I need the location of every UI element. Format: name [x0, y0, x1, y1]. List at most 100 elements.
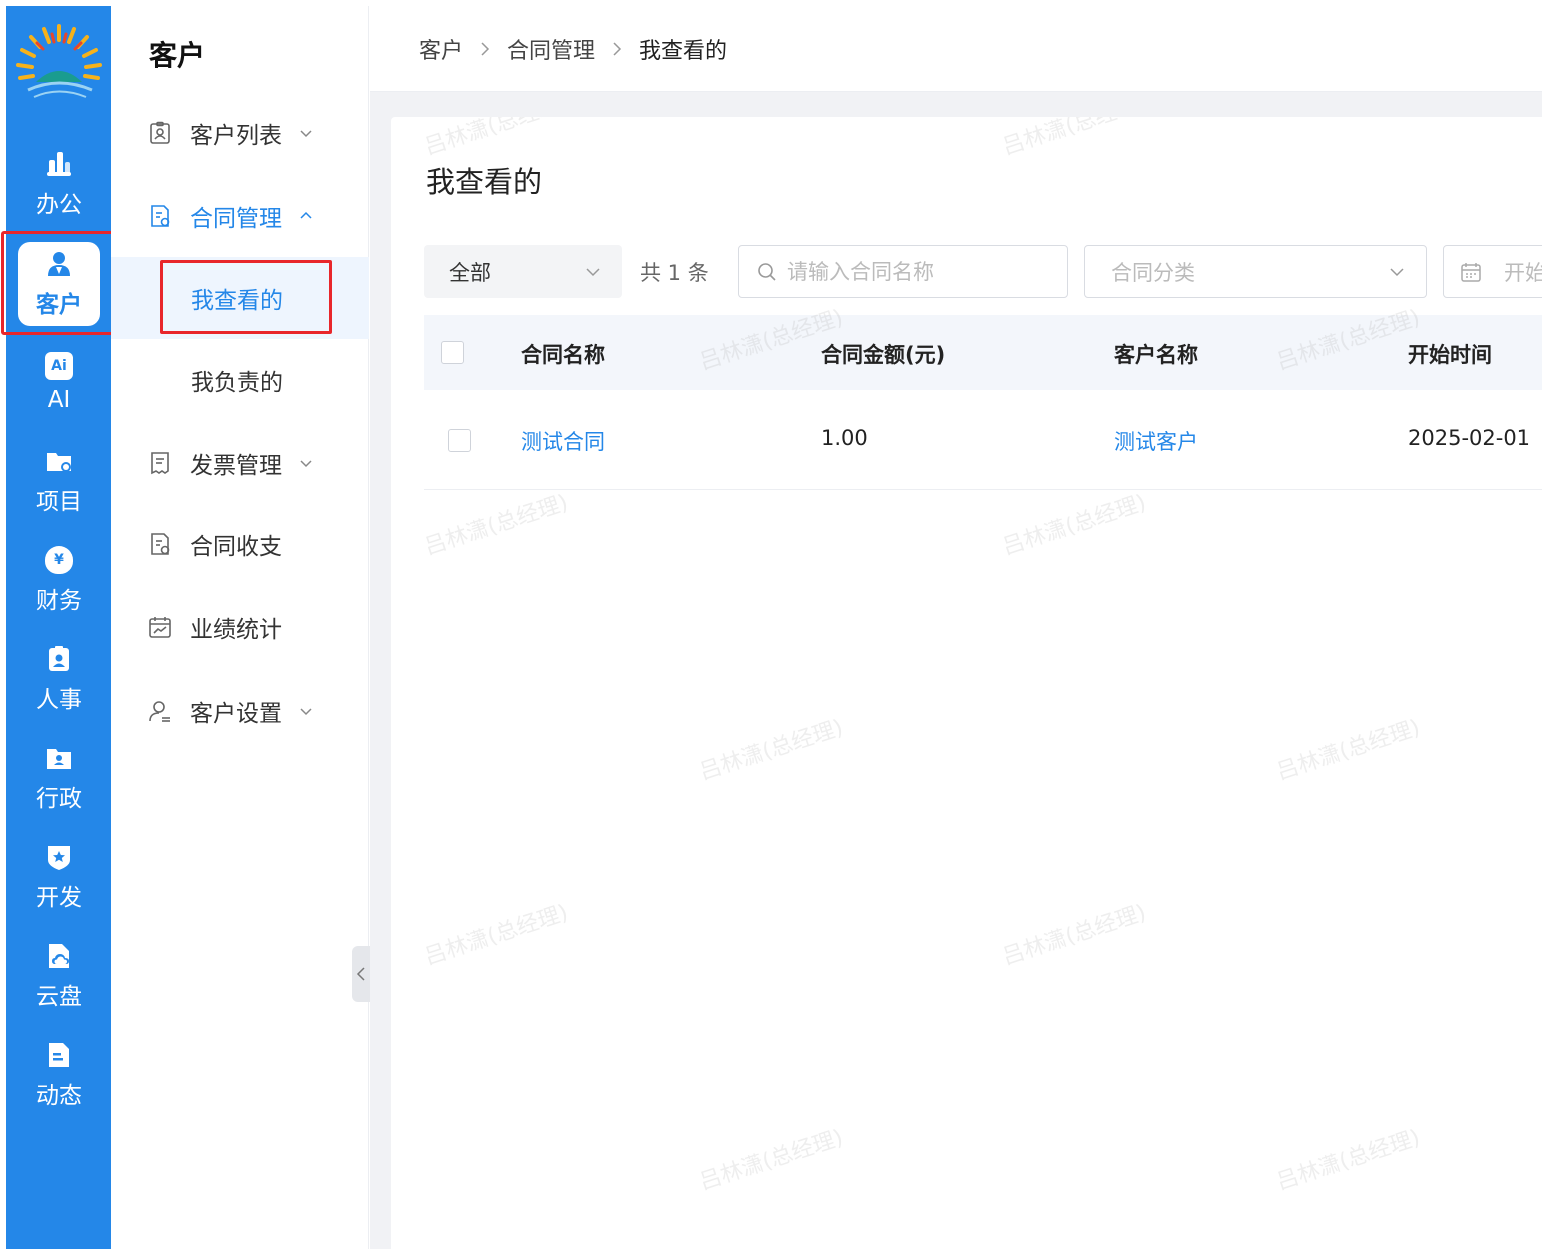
page-title: 我查看的: [426, 165, 543, 199]
breadcrumb-item-current: 我查看的: [639, 38, 728, 64]
menu-item-label: 合同管理: [190, 206, 282, 232]
menu-item-contract-income-expense[interactable]: 合同收支: [111, 503, 369, 585]
start-date-picker[interactable]: 开始: [1443, 245, 1542, 298]
office-icon: [44, 149, 74, 179]
select-all-checkbox[interactable]: [441, 341, 464, 364]
contract-search-box[interactable]: [738, 245, 1068, 298]
watermark: 吕林潇(总经理): [1273, 715, 1424, 786]
rail-item-label: 项目: [36, 489, 82, 515]
calendar-chart-icon: [147, 614, 173, 640]
rail-item-label: 办公: [36, 192, 82, 218]
column-header-contract-name[interactable]: 合同名称: [521, 339, 605, 369]
app-rail: 办公 客户 Ai AI 项目 ¥ 财务 人事 行政 开发 云盘 动态: [6, 6, 111, 1249]
start-date: 2025-02-01: [1408, 426, 1531, 450]
watermark: 吕林潇(总经理): [696, 1125, 847, 1196]
sidebar-title: 客户: [149, 39, 206, 72]
sidebar-collapse-button[interactable]: [352, 946, 370, 1002]
contract-category-select[interactable]: 合同分类: [1084, 245, 1427, 298]
submenu-item-my-responsible[interactable]: 我负责的: [111, 339, 369, 421]
rail-item-feed[interactable]: 动态: [18, 1033, 100, 1117]
sun-logo-icon: [16, 24, 102, 98]
category-select-placeholder: 合同分类: [1111, 260, 1195, 285]
rail-item-finance[interactable]: ¥ 财务: [18, 538, 100, 622]
money-bag-icon: ¥: [44, 545, 74, 575]
table-row: 测试合同 1.00 测试客户 2025-02-01: [424, 390, 1542, 490]
secondary-sidebar: 客户 客户列表 合同管理 我查看的 我负责的 发票管理 合同收支 业绩统计 客户…: [111, 6, 369, 1249]
contract-search-input[interactable]: [787, 259, 1057, 284]
submenu-item-label: 我查看的: [191, 288, 283, 314]
scope-select[interactable]: 全部: [424, 245, 622, 298]
invoice-icon: [147, 450, 173, 476]
menu-item-invoice-management[interactable]: 发票管理: [111, 422, 369, 504]
admin-folder-icon: [44, 743, 74, 773]
contract-document-icon: [147, 531, 173, 557]
rail-item-label: 动态: [36, 1083, 82, 1109]
chevron-right-icon: [479, 41, 491, 57]
watermark: 吕林潇(总经理): [421, 117, 572, 161]
watermark: 吕林潇(总经理): [999, 900, 1150, 971]
cloud-file-icon: [44, 941, 74, 971]
row-checkbox[interactable]: [448, 429, 471, 452]
contact-card-icon: [147, 120, 173, 146]
rail-item-label: 客户: [36, 292, 82, 318]
user-settings-icon: [147, 698, 173, 724]
rail-item-ai[interactable]: Ai AI: [18, 340, 100, 424]
menu-item-label: 客户列表: [190, 123, 282, 149]
watermark: 吕林潇(总经理): [421, 490, 572, 561]
column-header-start-date[interactable]: 开始时间: [1408, 339, 1492, 369]
chevron-down-icon: [1390, 267, 1404, 276]
rail-item-dev[interactable]: 开发: [18, 835, 100, 919]
rail-item-label: 财务: [36, 588, 82, 614]
chevron-down-icon: [300, 708, 312, 716]
project-folder-icon: [44, 446, 74, 476]
watermark: 吕林潇(总经理): [1273, 1125, 1424, 1196]
menu-item-contract-management[interactable]: 合同管理: [111, 175, 369, 257]
chevron-down-icon: [586, 267, 600, 276]
record-count: 共 1 条: [640, 261, 709, 285]
feed-document-icon: [44, 1040, 74, 1070]
watermark: 吕林潇(总经理): [999, 490, 1150, 561]
rail-item-cloud[interactable]: 云盘: [18, 934, 100, 1018]
rail-item-label: 开发: [36, 885, 82, 911]
contract-document-icon: [147, 203, 173, 229]
column-header-customer-name[interactable]: 客户名称: [1114, 339, 1198, 369]
menu-item-label: 业绩统计: [190, 617, 282, 643]
chevron-left-icon: [356, 967, 365, 981]
rail-item-project[interactable]: 项目: [18, 439, 100, 523]
personnel-badge-icon: [44, 644, 74, 674]
contract-name-link[interactable]: 测试合同: [521, 426, 605, 456]
menu-item-label: 合同收支: [190, 534, 282, 560]
watermark: 吕林潇(总经理): [696, 715, 847, 786]
rail-item-label: 人事: [36, 687, 82, 713]
shield-star-icon: [44, 842, 74, 872]
menu-item-label: 发票管理: [190, 453, 282, 479]
menu-item-label: 客户设置: [190, 701, 282, 727]
chevron-right-icon: [611, 41, 623, 57]
rail-item-label: 行政: [36, 786, 82, 812]
rail-item-admin[interactable]: 行政: [18, 736, 100, 820]
customer-icon: [44, 249, 74, 279]
column-header-amount[interactable]: 合同金额(元): [821, 339, 945, 369]
rail-item-hr[interactable]: 人事: [18, 637, 100, 721]
rail-item-label: 云盘: [36, 984, 82, 1010]
menu-item-performance-stats[interactable]: 业绩统计: [111, 586, 369, 668]
watermark: 吕林潇(总经理): [999, 117, 1150, 161]
search-icon: [758, 262, 776, 281]
ai-icon: Ai: [44, 351, 74, 381]
date-picker-placeholder: 开始: [1504, 260, 1542, 285]
customer-name-link[interactable]: 测试客户: [1114, 426, 1198, 456]
submenu-item-label: 我负责的: [191, 370, 283, 396]
contract-amount: 1.00: [821, 426, 868, 450]
table-header: 合同名称 合同金额(元) 客户名称 开始时间: [424, 315, 1542, 390]
chevron-down-icon: [300, 130, 312, 138]
menu-item-customer-settings[interactable]: 客户设置: [111, 670, 369, 752]
submenu-item-viewed-by-me[interactable]: 我查看的: [111, 257, 369, 339]
breadcrumb-item-customer[interactable]: 客户: [419, 33, 463, 65]
breadcrumb: 客户 合同管理 我查看的: [370, 6, 1542, 92]
menu-item-customer-list[interactable]: 客户列表: [111, 92, 369, 174]
chevron-up-icon: [300, 211, 312, 219]
rail-item-office[interactable]: 办公: [18, 142, 100, 226]
rail-item-customer[interactable]: 客户: [18, 242, 100, 326]
breadcrumb-item-contract-management[interactable]: 合同管理: [507, 33, 595, 65]
calendar-icon: [1461, 262, 1481, 282]
